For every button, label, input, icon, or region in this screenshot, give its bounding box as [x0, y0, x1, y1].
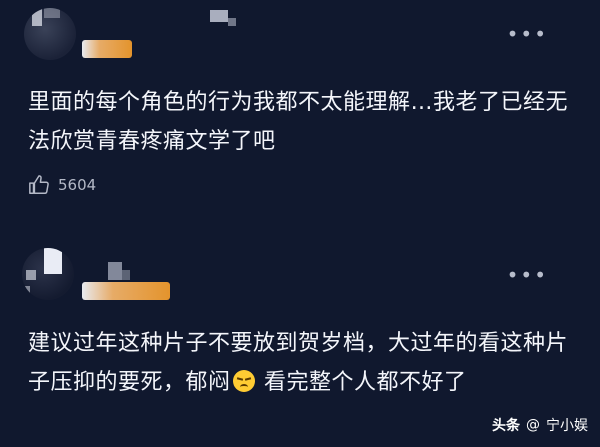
blurred-pixel [108, 262, 122, 280]
avatar[interactable] [22, 248, 74, 300]
comment-text-part-2: 看完整个人都不好了 [256, 370, 467, 395]
blurred-pixel [210, 10, 228, 22]
watermark-brand: 头条 [492, 418, 520, 434]
comment-text: 里面的每个角色的行为我都不太能理解…我老了已经无法欣赏青春疼痛文学了吧 [28, 90, 569, 154]
watermark-handle: 宁小娱 [546, 418, 588, 434]
username[interactable] [82, 282, 170, 300]
more-dots-icon[interactable]: ••• [507, 265, 548, 285]
blurred-pixel [122, 270, 130, 280]
disappointed-face-emoji-icon [232, 370, 255, 392]
blurred-pixel [228, 18, 236, 26]
thumbs-up-icon [29, 175, 49, 194]
comment-text: 建议过年这种片子不要放到贺岁档，大过年的看这种片子压抑的要死，郁闷 看完整个人都… [28, 324, 576, 402]
more-dots-icon[interactable]: ••• [507, 24, 548, 44]
username[interactable] [82, 40, 132, 58]
at-icon: @ [526, 417, 540, 433]
like-count: 5604 [58, 176, 97, 194]
like-button[interactable]: 5604 [28, 174, 96, 196]
avatar[interactable] [24, 8, 76, 60]
comment-1: ••• 里面的每个角色的行为我都不太能理解…我老了已经无法欣赏青春疼痛文学了吧 … [0, 0, 600, 215]
watermark: 头条 @ 宁小娱 [492, 415, 588, 435]
